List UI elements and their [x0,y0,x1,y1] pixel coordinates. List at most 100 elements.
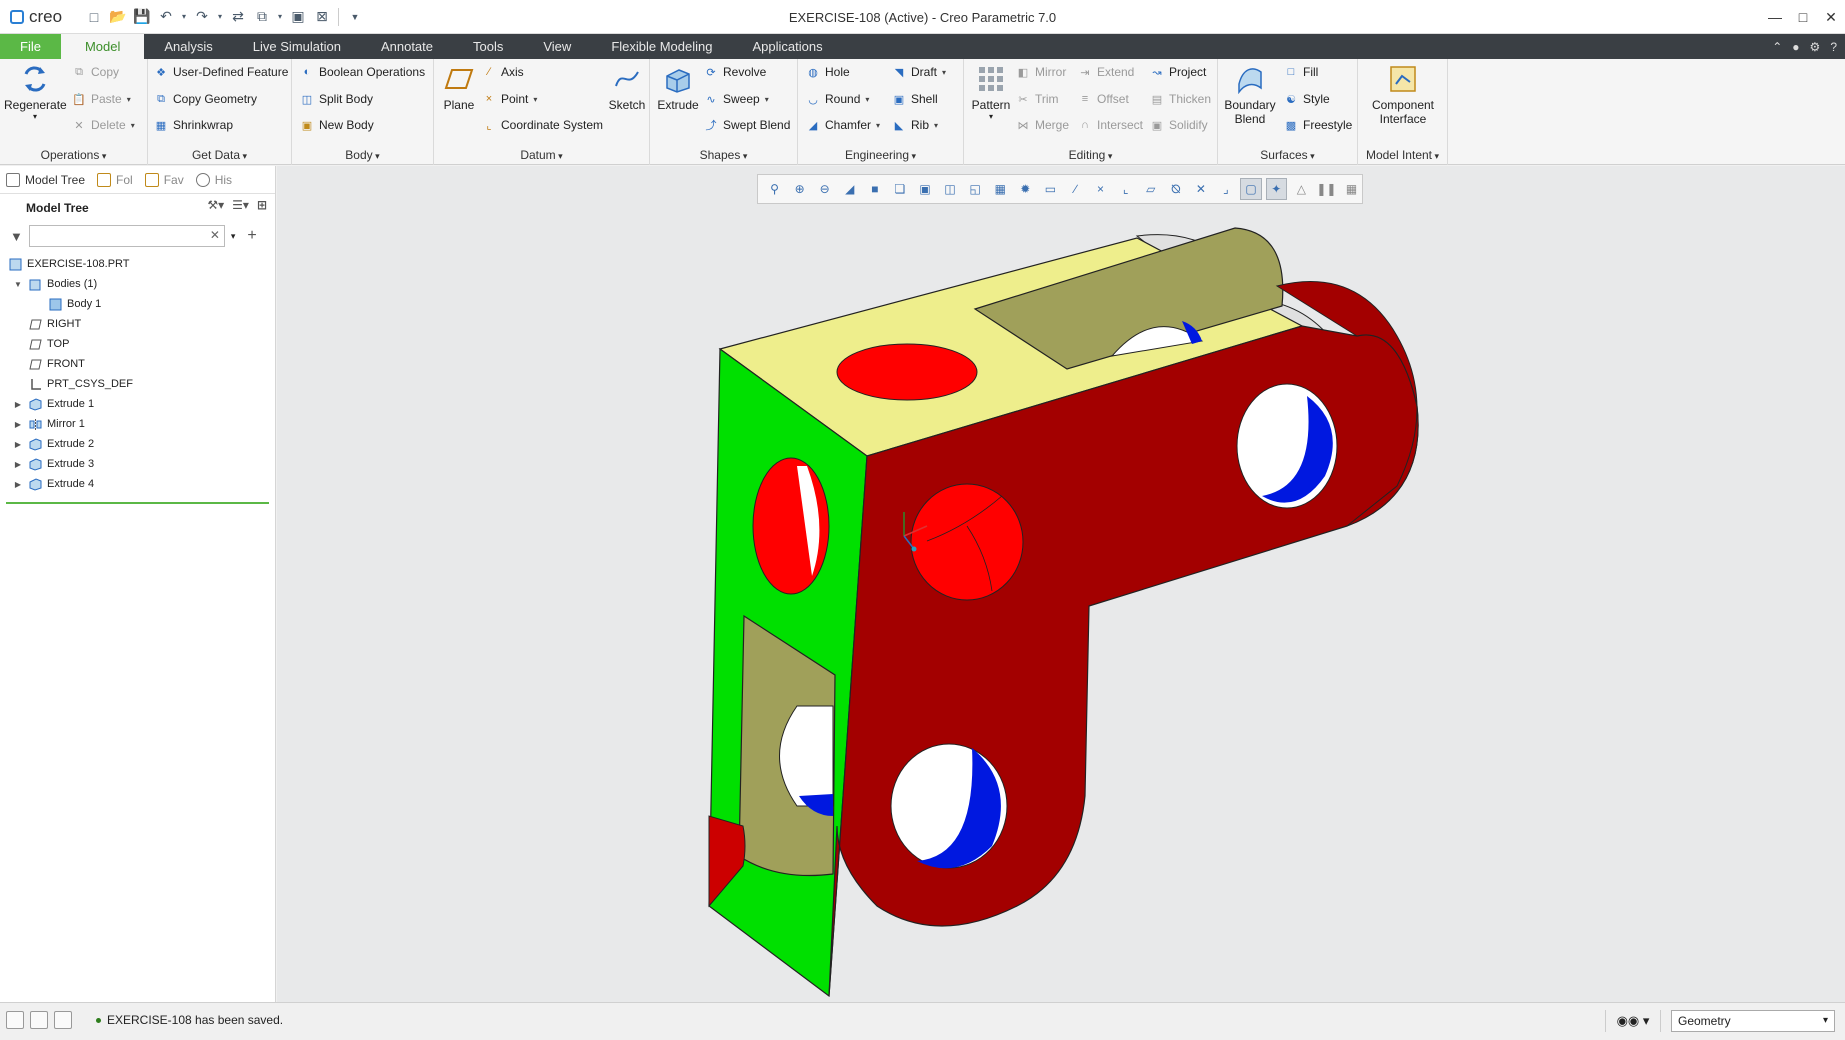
tab-view[interactable]: View [523,34,591,59]
tab-tools[interactable]: Tools [453,34,523,59]
group-label-editing[interactable]: Editing [964,148,1217,162]
copy-geometry-button[interactable]: ⧉ Copy Geometry [154,89,257,109]
axis-button[interactable]: ∕ Axis [482,62,524,82]
group-label-engineering[interactable]: Engineering [798,148,963,162]
fill-button[interactable]: □ Fill [1284,62,1319,82]
revolve-button[interactable]: ⟳ Revolve [704,62,766,82]
undo-icon[interactable]: ↶ [154,5,178,29]
redo-icon[interactable]: ↷ [190,5,214,29]
minimize-ribbon-icon[interactable]: ⌃ [1772,40,1782,54]
tab-live-simulation[interactable]: Live Simulation [233,34,361,59]
pattern-button[interactable]: Pattern ▾ [968,63,1014,121]
close-window-icon[interactable]: ▣ [286,5,310,29]
style-button[interactable]: ☯ Style [1284,89,1330,109]
regenerate-button[interactable]: Regenerate ▾ [4,63,67,121]
tab-model[interactable]: Model [60,34,145,59]
paste-button[interactable]: 📋 Paste ▾ [72,89,131,109]
user-defined-feature-button[interactable]: ❖ User-Defined Feature [154,62,288,82]
tab-folder-browser[interactable]: Fol [97,172,133,187]
part-model[interactable] [277,166,1845,1002]
tree-node-part[interactable]: EXERCISE-108.PRT [0,254,275,274]
filter-dropdown-icon[interactable]: ▾ [231,231,236,242]
windows-dropdown-icon[interactable]: ▾ [274,5,286,29]
selection-filter-select[interactable]: Geometry [1671,1010,1835,1032]
group-label-get-data[interactable]: Get Data [148,148,291,162]
add-filter-icon[interactable]: + [247,227,256,245]
tree-node-right[interactable]: RIGHT [0,314,275,334]
insert-here-marker[interactable] [6,502,269,504]
customize-qat-icon[interactable]: ▼ [343,5,367,29]
solidify-button[interactable]: ▣ Solidify [1150,115,1208,135]
tree-node-csys[interactable]: PRT_CSYS_DEF [0,374,275,394]
browser-toggle-icon[interactable] [30,1011,48,1029]
filter-icon[interactable]: ▼ [10,229,23,244]
sweep-button[interactable]: ∿ Sweep ▾ [704,89,768,109]
hole-button[interactable]: ◍ Hole [806,62,850,82]
tab-history[interactable]: His [195,172,232,187]
exit-icon[interactable]: ⊠ [310,5,334,29]
search-input[interactable]: ✕ [28,225,225,247]
tree-node-top[interactable]: TOP [0,334,275,354]
thicken-button[interactable]: ▤ Thicken [1150,89,1211,109]
tab-favorites[interactable]: Fav [144,172,184,187]
point-button[interactable]: × Point ▾ [482,89,538,109]
chamfer-button[interactable]: ◢ Chamfer ▾ [806,115,880,135]
boolean-operations-button[interactable]: ◐ Boolean Operations [300,62,425,82]
tree-settings-icon[interactable]: ⚒▾ [207,198,224,212]
group-label-operations[interactable]: Operations [0,148,147,162]
pattern-dropdown-icon[interactable]: ▾ [968,112,1014,121]
tab-annotate[interactable]: Annotate [361,34,453,59]
tab-analysis[interactable]: Analysis [144,34,232,59]
tree-layers-icon[interactable]: ⊞ [257,198,267,212]
save-icon[interactable]: 💾 [130,5,154,29]
expand-icon[interactable]: ▶ [12,460,24,469]
shell-button[interactable]: ▣ Shell [892,89,938,109]
expand-icon[interactable]: ▶ [12,400,24,409]
help-icon[interactable]: ? [1830,40,1837,54]
close-icon[interactable]: ✕ [1817,0,1845,34]
group-label-datum[interactable]: Datum [434,148,649,162]
tree-node-front[interactable]: FRONT [0,354,275,374]
copy-button[interactable]: ⧉ Copy [72,62,119,82]
tree-node-body-1[interactable]: Body 1 [0,294,275,314]
minimize-icon[interactable]: — [1761,0,1789,34]
component-interface-button[interactable]: Component Interface [1362,63,1444,126]
draft-button[interactable]: ◥ Draft ▾ [892,62,946,82]
expand-icon[interactable]: ▶ [12,420,24,429]
settings-icon[interactable]: ⚙ [1810,40,1821,54]
delete-button[interactable]: ✕ Delete ▾ [72,115,134,135]
tree-node-extrude-1[interactable]: ▶ Extrude 1 [0,394,275,414]
trim-button[interactable]: ✂ Trim [1016,89,1058,109]
swept-blend-button[interactable]: ⤴ Swept Blend [704,115,791,135]
clear-search-icon[interactable]: ✕ [210,228,220,242]
full-screen-icon[interactable] [54,1011,72,1029]
undo-dropdown-icon[interactable]: ▾ [178,5,190,29]
tab-flexible-modeling[interactable]: Flexible Modeling [591,34,732,59]
tree-node-extrude-3[interactable]: ▶ Extrude 3 [0,454,275,474]
tab-applications[interactable]: Applications [732,34,842,59]
tree-node-mirror-1[interactable]: ▶ Mirror 1 [0,414,275,434]
shrinkwrap-button[interactable]: ▦ Shrinkwrap [154,115,233,135]
regenerate-dropdown-icon[interactable]: ▾ [4,112,66,121]
offset-button[interactable]: ≡ Offset [1078,89,1129,109]
intersect-button[interactable]: ∩ Intersect [1078,115,1143,135]
rib-button[interactable]: ◣ Rib ▾ [892,115,938,135]
expand-icon[interactable]: ▶ [12,440,24,449]
collapse-icon[interactable]: ▼ [12,280,24,289]
split-body-button[interactable]: ◫ Split Body [300,89,373,109]
freestyle-button[interactable]: ▩ Freestyle [1284,115,1353,135]
new-body-button[interactable]: ▣ New Body [300,115,374,135]
maximize-icon[interactable]: □ [1789,0,1817,34]
windows-icon[interactable]: ⧉ [250,5,274,29]
graphics-window[interactable]: ⚲ ⊕ ⊖ ◢ ■ ❏ ▣ ◫ ◱ ▦ ✹ ▭ ∕ × ⌞ ▱ ⦰ ✕ ⌟ ▢ … [277,166,1845,1002]
tree-node-bodies[interactable]: ▼ Bodies (1) [0,274,275,294]
group-label-model-intent[interactable]: Model Intent [1358,148,1447,162]
project-button[interactable]: ↝ Project [1150,62,1206,82]
coordinate-system-button[interactable]: ⌞ Coordinate System [482,115,603,135]
open-folder-icon[interactable]: 📂 [106,5,130,29]
regenerate-qat-icon[interactable]: ⇄ [226,5,250,29]
tree-node-extrude-2[interactable]: ▶ Extrude 2 [0,434,275,454]
boundary-blend-button[interactable]: Boundary Blend [1222,63,1278,126]
group-label-surfaces[interactable]: Surfaces [1218,148,1357,162]
tab-model-tree[interactable]: Model Tree [6,172,85,187]
